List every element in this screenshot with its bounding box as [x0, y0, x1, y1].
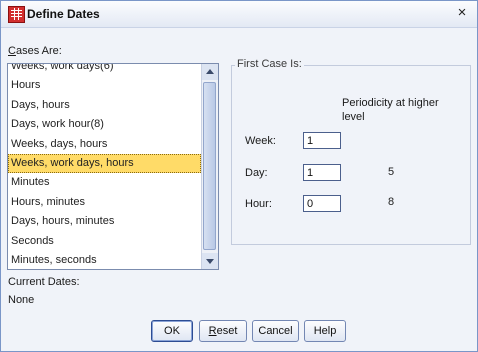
list-item[interactable]: Days, hours, minutes	[8, 212, 201, 231]
scroll-up-arrow-icon[interactable]	[202, 64, 218, 80]
reset-button[interactable]: Reset	[199, 320, 247, 342]
case-list: Weeks, work days(6) Hours Days, hours Days,…	[8, 64, 201, 269]
periodicity-header: Periodicity at higher level	[342, 97, 439, 123]
ok-button[interactable]: OK	[151, 320, 193, 342]
hour-periodicity: 8	[388, 196, 395, 208]
current-dates-value: None	[8, 294, 35, 306]
day-label: Day:	[245, 167, 268, 179]
scroll-down-arrow-icon[interactable]	[202, 253, 218, 269]
first-case-legend: First Case Is:	[235, 58, 304, 70]
help-button[interactable]: Help	[304, 320, 346, 342]
scroll-thumb[interactable]	[203, 82, 216, 250]
current-dates-label: Current Dates:	[8, 276, 80, 288]
list-item[interactable]: Hours, minutes	[8, 193, 201, 212]
day-input[interactable]	[303, 164, 341, 181]
day-periodicity: 5	[388, 166, 395, 178]
list-item[interactable]: Minutes	[8, 173, 201, 192]
list-item[interactable]: Weeks, days, hours	[8, 135, 201, 154]
cases-listbox[interactable]: Weeks, work days(6) Hours Days, hours Days,…	[7, 63, 219, 270]
title-bar[interactable]: Define Dates ×	[1, 1, 477, 28]
cases-are-label: Cases Are:	[8, 45, 62, 57]
list-item[interactable]: Weeks, work days, hours	[8, 153, 201, 174]
list-scrollbar[interactable]	[201, 64, 218, 269]
list-item[interactable]: Minutes, seconds	[8, 251, 201, 269]
window-title: Define Dates	[27, 7, 100, 21]
hour-label: Hour:	[245, 198, 272, 210]
app-icon	[8, 6, 25, 23]
reset-button-rest: eset	[216, 325, 238, 337]
list-item[interactable]: Hours	[8, 76, 201, 95]
hour-input[interactable]	[303, 195, 341, 212]
list-item[interactable]: Seconds	[8, 232, 201, 251]
week-label: Week:	[245, 135, 276, 147]
first-case-group	[231, 65, 471, 245]
week-input[interactable]	[303, 132, 341, 149]
close-icon[interactable]: ×	[454, 4, 470, 22]
list-item[interactable]: Days, work hour(8)	[8, 115, 201, 134]
define-dates-dialog: Define Dates × Cases Are: Weeks, work da…	[0, 0, 478, 352]
list-item[interactable]: Weeks, work days(6)	[8, 64, 201, 76]
list-item[interactable]: Days, hours	[8, 96, 201, 115]
cases-are-label-rest: ases Are:	[15, 45, 62, 57]
cancel-button[interactable]: Cancel	[252, 320, 299, 342]
